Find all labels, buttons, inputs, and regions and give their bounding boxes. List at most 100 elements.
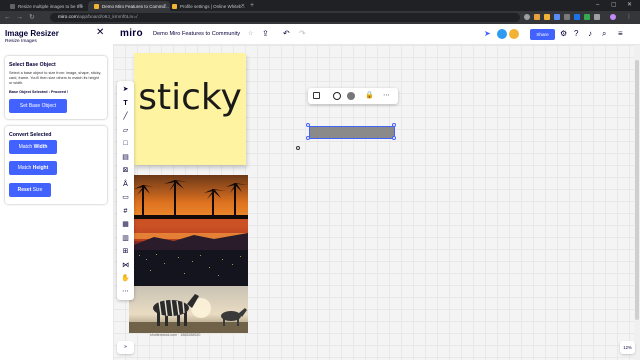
redo-icon[interactable]: ↷: [299, 29, 306, 39]
more-tools-icon[interactable]: ⋯: [117, 286, 134, 298]
star-board-icon[interactable]: ☆: [248, 29, 253, 39]
table-icon[interactable]: ▦: [117, 219, 134, 231]
reload-icon[interactable]: ↻: [29, 13, 35, 22]
browser-tab-1[interactable]: Resize multiple images to be the ✕: [4, 1, 86, 11]
share-button[interactable]: Share: [530, 29, 555, 40]
sticky-note-text: sticky: [138, 77, 242, 118]
collaborator-avatar[interactable]: [497, 29, 507, 39]
new-tab-plus-icon[interactable]: +: [250, 1, 254, 10]
set-base-object-button[interactable]: Set Base Object: [9, 99, 67, 113]
tab-close-icon[interactable]: ✕: [241, 3, 245, 9]
rotate-handle[interactable]: [296, 146, 300, 150]
pen-nib-icon[interactable]: Å: [117, 179, 134, 191]
tab-favicon-icon: [10, 3, 15, 9]
shape-context-toolbar: 🔒 ⋯: [308, 88, 398, 104]
upload-icon[interactable]: ⊠: [117, 165, 134, 177]
tab-title: Profile settings | Online Whiteb...: [180, 3, 246, 9]
maximize-icon[interactable]: ▢: [611, 0, 617, 10]
expand-panel-button[interactable]: »: [117, 341, 134, 354]
extension-icon[interactable]: [584, 14, 590, 20]
sticky-note[interactable]: sticky: [134, 53, 246, 165]
reset-size-button[interactable]: Reset Size: [9, 183, 51, 197]
extension-icon[interactable]: [554, 14, 560, 20]
export-icon[interactable]: ⇪: [262, 29, 269, 39]
shape-icon[interactable]: □: [117, 138, 134, 150]
plugin-title: Image Resizer: [5, 29, 59, 38]
card-icon[interactable]: ▤: [117, 152, 134, 164]
resize-handle[interactable]: [306, 136, 310, 140]
miro-top-bar: miro Demo Miro Features to Community ☆ ⇪…: [113, 24, 640, 45]
user-avatar[interactable]: [509, 29, 519, 39]
base-selected-state: Base Object Selected : Proceed !: [9, 90, 69, 94]
match-height-bold: Height: [32, 165, 49, 171]
image-watermark: shutterstock.com · 1865288920: [150, 333, 201, 337]
reset-bold: Reset: [17, 187, 32, 193]
tab-favicon-icon: [172, 3, 177, 9]
star-icon[interactable]: [524, 14, 530, 20]
extension-icon[interactable]: [564, 14, 570, 20]
resize-handle[interactable]: [392, 123, 396, 127]
extension-icon[interactable]: [534, 14, 540, 20]
match-height-button[interactable]: Match Height: [9, 161, 57, 175]
zoom-level[interactable]: 12%: [620, 341, 635, 354]
settings-sliders-icon[interactable]: ⚙: [560, 29, 567, 39]
extension-icon[interactable]: [574, 14, 580, 20]
grid-icon[interactable]: ▥: [117, 233, 134, 245]
resize-handle[interactable]: [306, 123, 310, 127]
hand-icon[interactable]: ✋: [117, 273, 134, 285]
text-tool-icon[interactable]: T: [117, 98, 134, 110]
more-options-icon[interactable]: ⋯: [383, 91, 393, 101]
back-arrow-icon[interactable]: ←: [4, 13, 11, 22]
base-section-description: Select a base object to size from: image…: [9, 71, 102, 85]
bell-icon[interactable]: ♪: [588, 29, 592, 39]
profile-avatar-icon[interactable]: [610, 14, 616, 20]
border-style-icon[interactable]: [333, 92, 341, 100]
search-icon[interactable]: ⌕: [602, 29, 606, 39]
tab-title: Demo Miro Features to Commu...: [102, 3, 169, 9]
sticky-note-icon[interactable]: ▱: [117, 125, 134, 137]
creation-toolbar: ➤ T ╱ ▱ □ ▤ ⊠ Å ▭ # ▦ ▥ ⊞ ⋈ ✋ ⋯: [117, 81, 134, 300]
hamburger-menu-icon[interactable]: ≡: [618, 29, 623, 39]
lock-icon[interactable]: 🔒: [365, 91, 375, 101]
browser-tab-2[interactable]: Demo Miro Features to Commu... ✕: [88, 1, 170, 11]
puzzle-icon[interactable]: [594, 14, 600, 20]
frame-icon[interactable]: #: [117, 206, 134, 218]
shape-style-icon[interactable]: [313, 92, 320, 99]
resize-handle[interactable]: [392, 136, 396, 140]
fill-color-icon[interactable]: [347, 92, 355, 100]
minimize-icon[interactable]: –: [596, 0, 599, 10]
undo-icon[interactable]: ↶: [283, 29, 290, 39]
pen-icon[interactable]: ╱: [117, 111, 134, 123]
match-height-prefix: Match: [17, 165, 33, 171]
mindmap-icon[interactable]: ⋈: [117, 260, 134, 272]
tab-close-icon[interactable]: ✕: [79, 3, 83, 9]
miro-extension-icon[interactable]: [544, 14, 550, 20]
address-path: /app/board/o9J_kmmf0Lrv=/: [77, 15, 138, 20]
browser-tab-3[interactable]: Profile settings | Online Whiteb... ✕: [166, 1, 248, 11]
sunset-city-image[interactable]: [134, 175, 248, 286]
board-name[interactable]: Demo Miro Features to Community: [153, 31, 240, 37]
canvas-scroll-thumb[interactable]: [635, 60, 639, 320]
browser-tab-strip: Resize multiple images to be the ✕ Demo …: [0, 0, 640, 11]
selected-rectangle-shape[interactable]: [309, 126, 395, 139]
base-section-heading: Select Base Object: [9, 62, 56, 68]
match-width-button[interactable]: Match Width: [9, 140, 57, 154]
comment-icon[interactable]: ▭: [117, 192, 134, 204]
browser-toolbar: ← → ↻ miro.com/app/board/o9J_kmmf0Lrv=/ …: [0, 11, 640, 24]
select-cursor-icon[interactable]: ➤: [117, 84, 134, 96]
match-width-prefix: Match: [18, 144, 34, 150]
embed-icon[interactable]: ⊞: [117, 246, 134, 258]
address-host: miro.com: [58, 15, 78, 20]
match-width-bold: Width: [33, 144, 48, 150]
cursor-icon[interactable]: ➤: [484, 29, 491, 39]
plugin-subtitle: Resize Images: [5, 39, 37, 44]
window-close-icon[interactable]: ✕: [627, 0, 632, 10]
zebra-image[interactable]: [129, 286, 248, 333]
address-bar[interactable]: miro.com/app/board/o9J_kmmf0Lrv=/: [50, 13, 520, 22]
help-icon[interactable]: ?: [574, 29, 578, 39]
image-resizer-panel: Image Resizer Resize Images ✕ Select Bas…: [0, 24, 113, 360]
close-icon[interactable]: ✕: [96, 27, 104, 38]
forward-arrow-icon[interactable]: →: [16, 13, 23, 22]
miro-logo[interactable]: miro: [120, 28, 143, 39]
menu-dots-icon[interactable]: ⋮: [626, 14, 632, 20]
